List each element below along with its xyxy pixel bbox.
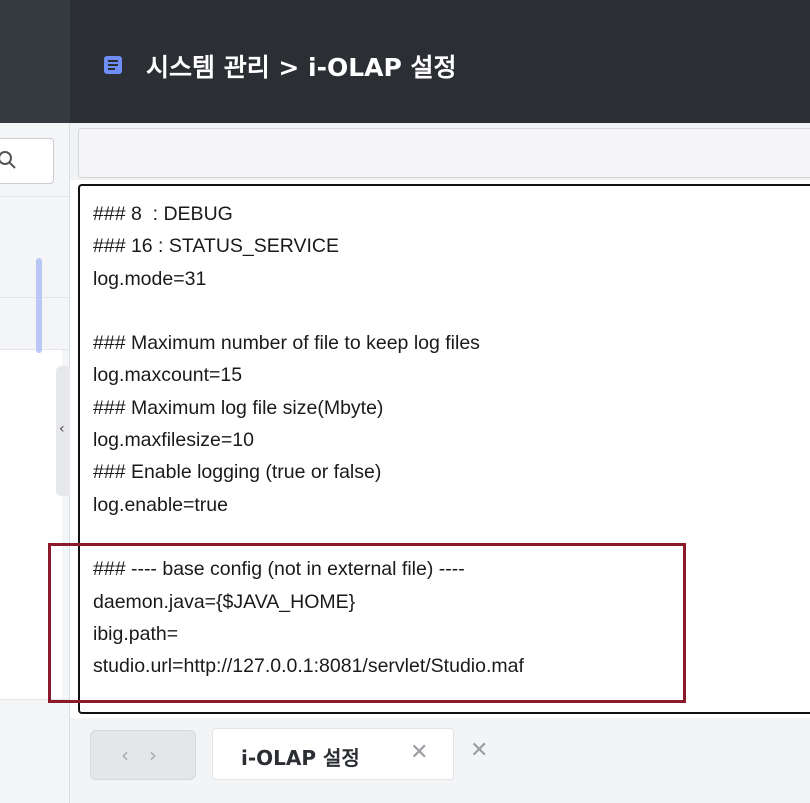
tab-next-button[interactable]: › bbox=[149, 743, 157, 767]
config-line: log.enable=true bbox=[93, 493, 228, 516]
document-list-icon bbox=[104, 56, 122, 74]
tab-i-olap-settings[interactable]: i-OLAP 설정 ✕ bbox=[212, 728, 454, 780]
page-header: 시스템 관리 > i-OLAP 설정 bbox=[70, 0, 810, 123]
sidebar-divider bbox=[0, 297, 70, 298]
content-toolbar bbox=[78, 128, 810, 178]
close-icon[interactable]: ✕ bbox=[410, 740, 428, 765]
tab-prev-button[interactable]: ‹ bbox=[121, 743, 129, 767]
sidebar-divider bbox=[0, 196, 70, 197]
sidebar-header bbox=[0, 0, 70, 123]
config-line: log.maxfilesize=10 bbox=[93, 429, 254, 452]
config-line: log.maxcount=15 bbox=[93, 364, 243, 387]
config-line: log.mode=31 bbox=[93, 267, 207, 290]
tab-navigation: ‹ › bbox=[90, 730, 196, 780]
page-title: 시스템 관리 > i-OLAP 설정 bbox=[146, 53, 457, 82]
sidebar-divider bbox=[0, 349, 70, 350]
sidebar-collapse-button[interactable]: ‹ bbox=[56, 366, 70, 496]
config-line: ### 16 : STATUS_SERVICE bbox=[93, 235, 340, 258]
config-line: ### Maximum number of file to keep log f… bbox=[93, 332, 480, 355]
highlight-box bbox=[48, 543, 686, 703]
config-line: ### Enable logging (true or false) bbox=[93, 461, 382, 484]
config-line: ### 8 : DEBUG bbox=[93, 203, 233, 225]
sidebar-scrollbar[interactable] bbox=[36, 258, 42, 353]
chevron-left-icon: ‹ bbox=[59, 421, 65, 437]
tab-label: i-OLAP 설정 bbox=[241, 746, 360, 770]
close-all-tabs-icon[interactable]: ✕ bbox=[470, 738, 488, 763]
search-icon[interactable] bbox=[0, 150, 17, 170]
search-input[interactable] bbox=[0, 138, 54, 184]
config-line: ### Maximum log file size(Mbyte) bbox=[93, 396, 384, 419]
